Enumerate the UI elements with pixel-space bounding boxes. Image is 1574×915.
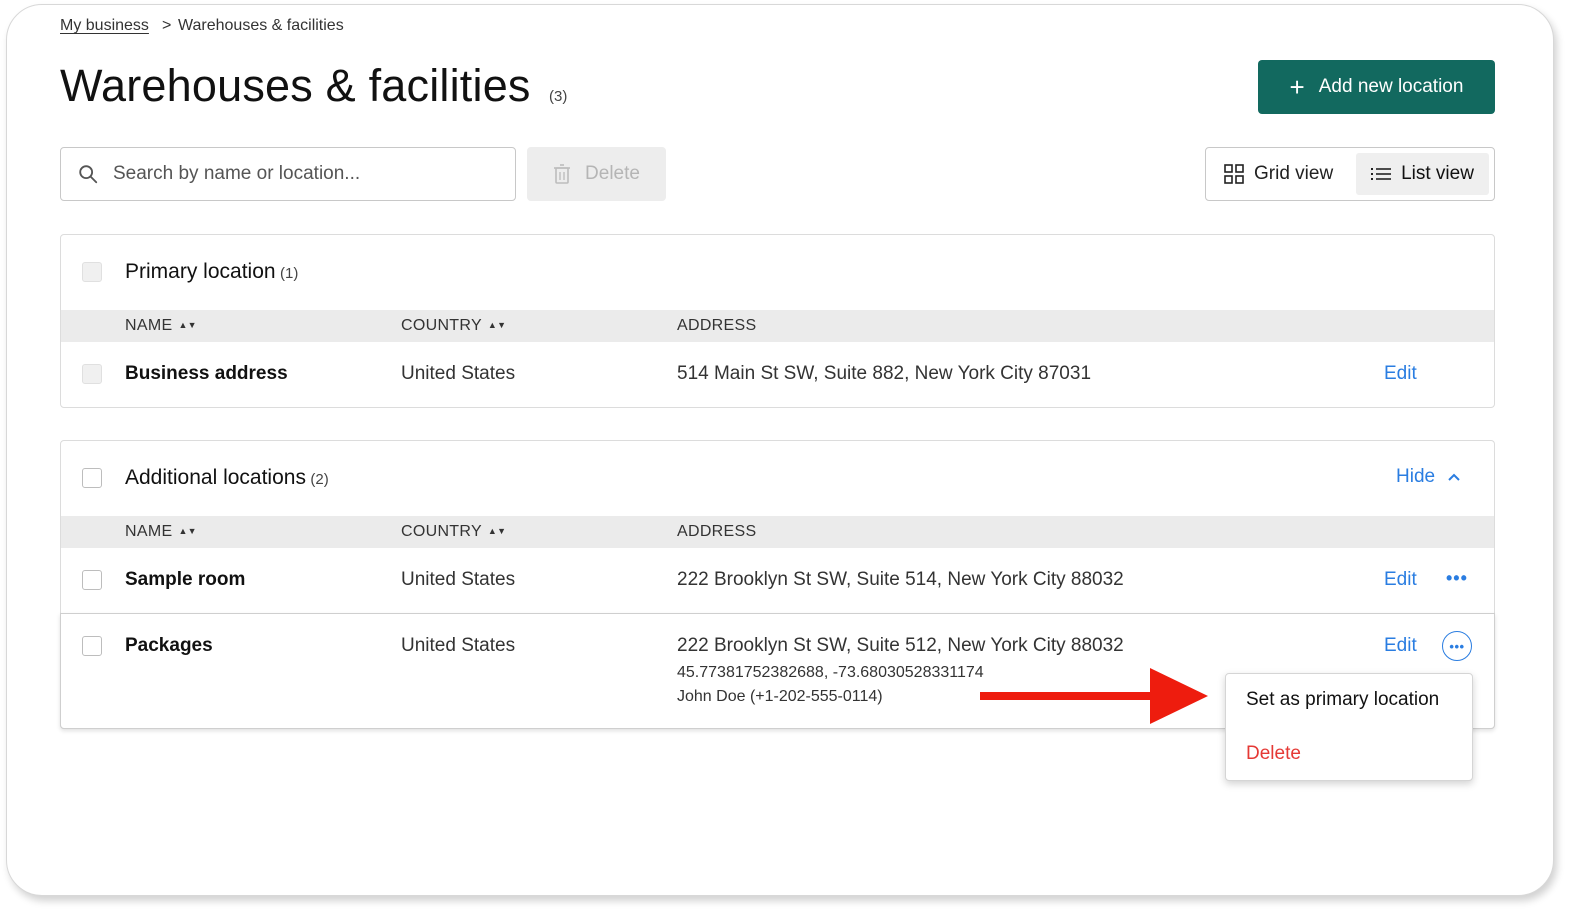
column-header-country[interactable]: COUNTRY ▲▼ bbox=[401, 523, 506, 541]
column-header-address: ADDRESS bbox=[677, 317, 757, 334]
row-checkbox[interactable] bbox=[82, 364, 102, 384]
grid-view-label: Grid view bbox=[1254, 163, 1334, 184]
primary-section-count: (1) bbox=[280, 265, 299, 282]
column-header-country[interactable]: COUNTRY ▲▼ bbox=[401, 317, 506, 335]
hide-toggle[interactable]: Hide bbox=[1396, 466, 1461, 488]
column-header-address: ADDRESS bbox=[677, 523, 757, 540]
list-view-button[interactable]: List view bbox=[1356, 153, 1489, 195]
menu-item-set-primary[interactable]: Set as primary location bbox=[1246, 689, 1439, 711]
grid-view-button[interactable]: Grid view bbox=[1224, 148, 1333, 200]
primary-table-header: NAME ▲▼ COUNTRY ▲▼ ADDRESS bbox=[61, 310, 1494, 342]
more-options-icon[interactable]: ••• bbox=[1446, 568, 1468, 589]
row-checkbox[interactable] bbox=[82, 570, 102, 590]
menu-item-delete[interactable]: Delete bbox=[1246, 743, 1301, 765]
view-toggle: Grid view List view bbox=[1205, 147, 1495, 201]
edit-link[interactable]: Edit bbox=[1384, 635, 1417, 657]
page-title-count: (3) bbox=[549, 88, 568, 105]
breadcrumb-current: Warehouses & facilities bbox=[178, 17, 344, 34]
primary-section-header: Primary location (1) bbox=[125, 260, 298, 284]
more-options-icon[interactable]: ••• bbox=[1442, 631, 1472, 661]
trash-icon bbox=[554, 164, 571, 184]
additional-table-header: NAME ▲▼ COUNTRY ▲▼ ADDRESS bbox=[61, 516, 1494, 548]
plus-icon: + bbox=[1289, 72, 1305, 102]
add-new-location-button[interactable]: + Add new location bbox=[1258, 60, 1495, 114]
location-name: Business address bbox=[125, 363, 288, 384]
column-header-name[interactable]: NAME ▲▼ bbox=[125, 523, 197, 541]
breadcrumb-separator: > bbox=[162, 17, 172, 34]
location-country: United States bbox=[401, 569, 516, 590]
bulk-delete-button[interactable]: Delete bbox=[527, 147, 666, 201]
list-icon bbox=[1371, 168, 1392, 180]
location-country: United States bbox=[401, 363, 516, 384]
column-header-country-label: COUNTRY bbox=[401, 523, 482, 540]
location-name: Packages bbox=[125, 635, 213, 656]
primary-location-card: Primary location (1) NAME ▲▼ COUNTRY ▲▼ AD… bbox=[60, 234, 1495, 408]
sort-icon: ▲▼ bbox=[487, 526, 507, 536]
grid-icon bbox=[1224, 164, 1244, 184]
table-row: Sample room United States 222 Brooklyn S… bbox=[61, 548, 1494, 613]
sort-icon: ▲▼ bbox=[487, 320, 507, 330]
location-address: 222 Brooklyn St SW, Suite 512, New York … bbox=[677, 635, 1124, 656]
hide-label: Hide bbox=[1396, 466, 1436, 487]
row-actions-menu: Set as primary location Delete bbox=[1225, 673, 1473, 781]
primary-section-title: Primary location bbox=[125, 260, 276, 283]
primary-select-all-checkbox[interactable] bbox=[82, 262, 102, 282]
search-icon bbox=[79, 165, 98, 184]
location-country: United States bbox=[401, 635, 516, 656]
additional-section-header: Additional locations (2) bbox=[125, 466, 329, 490]
edit-link[interactable]: Edit bbox=[1384, 363, 1417, 385]
sort-icon: ▲▼ bbox=[178, 526, 197, 536]
search-input[interactable] bbox=[111, 162, 495, 186]
location-coordinates: 45.77381752382688, -73.68030528331174 bbox=[677, 664, 984, 681]
column-header-country-label: COUNTRY bbox=[401, 317, 482, 334]
edit-link[interactable]: Edit bbox=[1384, 569, 1417, 591]
location-name: Sample room bbox=[125, 569, 246, 590]
column-header-name-label: NAME bbox=[125, 317, 173, 334]
annotation-arrow-icon bbox=[980, 668, 1208, 724]
row-checkbox[interactable] bbox=[82, 636, 102, 656]
location-address: 514 Main St SW, Suite 882, New York City… bbox=[677, 363, 1092, 384]
sort-icon: ▲▼ bbox=[178, 320, 197, 330]
location-contact: John Doe (+1-202-555-0114) bbox=[677, 688, 883, 705]
additional-select-all-checkbox[interactable] bbox=[82, 468, 102, 488]
list-view-label: List view bbox=[1401, 163, 1474, 184]
column-header-name-label: NAME bbox=[125, 523, 173, 540]
column-header-name[interactable]: NAME ▲▼ bbox=[125, 317, 197, 335]
additional-section-title: Additional locations bbox=[125, 466, 306, 489]
search-box[interactable] bbox=[60, 147, 516, 201]
additional-section-count: (2) bbox=[310, 471, 329, 488]
add-new-location-label: Add new location bbox=[1318, 76, 1464, 97]
chevron-up-icon bbox=[1448, 473, 1460, 481]
location-address: 222 Brooklyn St SW, Suite 514, New York … bbox=[677, 569, 1124, 590]
table-row: Business address United States 514 Main … bbox=[61, 342, 1494, 407]
breadcrumb-parent-link[interactable]: My business bbox=[60, 17, 149, 35]
page-title: Warehouses & facilities bbox=[60, 60, 531, 111]
bulk-delete-label: Delete bbox=[585, 163, 640, 184]
